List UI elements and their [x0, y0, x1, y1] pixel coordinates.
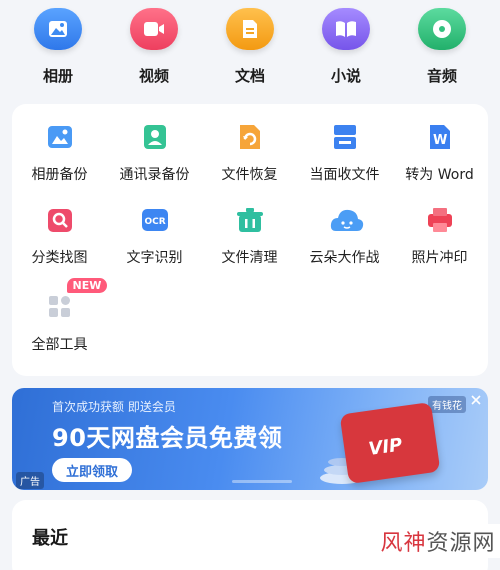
- tool-label: 文件恢复: [221, 167, 278, 183]
- tool-file-clean[interactable]: 文件清理: [202, 205, 297, 267]
- carousel-indicator: [232, 480, 292, 483]
- album-icon: [34, 8, 82, 50]
- all-tools-icon: NEW: [45, 278, 108, 322]
- vip-gift-icon: VIP: [339, 401, 441, 485]
- tool-ocr[interactable]: OCR 文字识别: [107, 205, 202, 267]
- audio-icon: [418, 8, 466, 50]
- tool-contacts-backup[interactable]: 通讯录备份: [107, 122, 202, 184]
- close-icon[interactable]: [468, 392, 484, 408]
- recent-title: 最近: [32, 528, 68, 549]
- tool-all-tools[interactable]: NEW 全部工具: [12, 278, 108, 354]
- svg-text:OCR: OCR: [144, 217, 165, 227]
- new-badge: NEW: [66, 278, 108, 293]
- category-novel[interactable]: 小说: [306, 8, 386, 96]
- image-search-icon: [45, 205, 75, 235]
- category-album[interactable]: 相册: [18, 8, 98, 96]
- category-document[interactable]: 文档: [210, 8, 290, 96]
- tool-label: 通讯录备份: [119, 167, 190, 183]
- tool-cloud-game[interactable]: 云朵大作战: [297, 205, 392, 267]
- category-label: 文档: [234, 67, 265, 85]
- watermark: 风神 资源网: [376, 524, 500, 558]
- photo-print-icon: [425, 205, 455, 235]
- category-label: 小说: [330, 67, 361, 85]
- ocr-icon: OCR: [140, 205, 170, 235]
- tool-label: 分类找图: [31, 250, 88, 266]
- document-icon: [226, 8, 274, 50]
- tools-card: 相册备份 通讯录备份 文件恢复 当面收文件 W 转为 Word 分类找图 OCR: [12, 104, 488, 376]
- tool-label: 云朵大作战: [309, 250, 380, 266]
- banner-subtitle: 首次成功获额 即送会员: [52, 400, 176, 414]
- brand-tag: 有钱花: [428, 396, 466, 413]
- tool-label: 照片冲印: [411, 250, 468, 266]
- tool-label: 文件清理: [221, 250, 278, 266]
- tool-receive-file[interactable]: 当面收文件: [297, 122, 392, 184]
- tool-file-recovery[interactable]: 文件恢复: [202, 122, 297, 184]
- svg-text:W: W: [433, 133, 447, 148]
- receive-file-icon: [330, 122, 360, 152]
- category-video[interactable]: 视频: [114, 8, 194, 96]
- category-label: 视频: [138, 67, 169, 85]
- category-row: 相册 视频 文档 小说 音频: [0, 0, 500, 96]
- contacts-backup-icon: [140, 122, 170, 152]
- video-icon: [130, 8, 178, 50]
- album-backup-icon: [45, 122, 75, 152]
- tool-photo-print[interactable]: 照片冲印: [392, 205, 487, 267]
- claim-button[interactable]: 立即领取: [52, 458, 132, 482]
- tool-label: 相册备份: [31, 167, 88, 183]
- word-convert-icon: W: [425, 122, 455, 152]
- tool-album-backup[interactable]: 相册备份: [12, 122, 107, 184]
- watermark-part2: 资源网: [426, 531, 496, 556]
- file-clean-icon: [235, 205, 265, 235]
- vip-text: VIP: [367, 434, 404, 460]
- promo-banner[interactable]: 首次成功获额 即送会员 90天网盘会员免费领 立即领取 广告 有钱花 VIP: [12, 388, 488, 490]
- tool-label: 转为 Word: [405, 167, 474, 183]
- tool-label: 当面收文件: [309, 167, 380, 183]
- banner-title: 90天网盘会员免费领: [52, 424, 283, 452]
- category-audio[interactable]: 音频: [402, 8, 482, 96]
- tool-label: 全部工具: [31, 337, 88, 353]
- file-recovery-icon: [235, 122, 265, 152]
- category-label: 相册: [42, 67, 73, 85]
- tool-word-convert[interactable]: W 转为 Word: [392, 122, 487, 184]
- ad-tag: 广告: [16, 472, 44, 489]
- category-label: 音频: [426, 67, 457, 85]
- watermark-part1: 风神: [380, 531, 427, 556]
- novel-icon: [322, 8, 370, 50]
- tool-label: 文字识别: [126, 250, 183, 266]
- cloud-game-icon: [330, 205, 363, 235]
- tool-image-search[interactable]: 分类找图: [12, 205, 107, 267]
